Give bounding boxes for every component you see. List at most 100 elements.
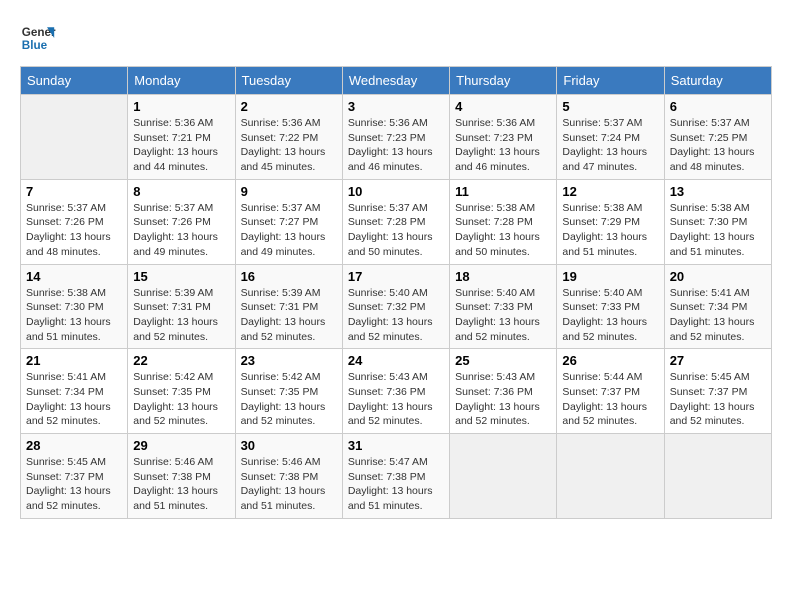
day-info: Sunrise: 5:47 AMSunset: 7:38 PMDaylight:… (348, 455, 444, 514)
header-thursday: Thursday (450, 67, 557, 95)
calendar-cell: 10 Sunrise: 5:37 AMSunset: 7:28 PMDayligh… (342, 179, 449, 264)
header-sunday: Sunday (21, 67, 128, 95)
day-info: Sunrise: 5:41 AMSunset: 7:34 PMDaylight:… (26, 370, 122, 429)
day-number: 20 (670, 269, 766, 284)
calendar-cell: 1 Sunrise: 5:36 AMSunset: 7:21 PMDaylight… (128, 95, 235, 180)
calendar-cell: 6Sunrise: 5:37 AMSunset: 7:25 PMDaylight… (664, 95, 771, 180)
week-row-5: 28Sunrise: 5:45 AMSunset: 7:37 PMDayligh… (21, 434, 772, 519)
day-number: 11 (455, 184, 551, 199)
day-number: 6 (670, 99, 766, 114)
week-row-4: 21 Sunrise: 5:41 AMSunset: 7:34 PMDayligh… (21, 349, 772, 434)
calendar-cell: 21 Sunrise: 5:41 AMSunset: 7:34 PMDayligh… (21, 349, 128, 434)
day-number: 13 (670, 184, 766, 199)
calendar-cell: 3Sunrise: 5:36 AMSunset: 7:23 PMDaylight… (342, 95, 449, 180)
calendar-cell (557, 434, 664, 519)
day-number: 22 (133, 353, 229, 368)
day-info: Sunrise: 5:38 AMSunset: 7:29 PMDaylight:… (562, 201, 658, 260)
logo: General Blue (20, 20, 60, 56)
calendar-cell: 17 Sunrise: 5:40 AMSunset: 7:32 PMDayligh… (342, 264, 449, 349)
day-number: 17 (348, 269, 444, 284)
day-number: 1 (133, 99, 229, 114)
calendar-cell: 23 Sunrise: 5:42 AMSunset: 7:35 PMDayligh… (235, 349, 342, 434)
calendar-cell: 22 Sunrise: 5:42 AMSunset: 7:35 PMDayligh… (128, 349, 235, 434)
day-number: 27 (670, 353, 766, 368)
day-number: 14 (26, 269, 122, 284)
logo-icon: General Blue (20, 20, 56, 56)
calendar-cell: 30 Sunrise: 5:46 AMSunset: 7:38 PMDayligh… (235, 434, 342, 519)
day-number: 3 (348, 99, 444, 114)
day-number: 31 (348, 438, 444, 453)
calendar-cell: 14 Sunrise: 5:38 AMSunset: 7:30 PMDayligh… (21, 264, 128, 349)
calendar-cell: 29 Sunrise: 5:46 AMSunset: 7:38 PMDayligh… (128, 434, 235, 519)
calendar-table: SundayMondayTuesdayWednesdayThursdayFrid… (20, 66, 772, 519)
calendar-cell: 16Sunrise: 5:39 AMSunset: 7:31 PMDayligh… (235, 264, 342, 349)
calendar-cell: 25Sunrise: 5:43 AMSunset: 7:36 PMDayligh… (450, 349, 557, 434)
calendar-cell: 15 Sunrise: 5:39 AMSunset: 7:31 PMDayligh… (128, 264, 235, 349)
calendar-cell: 31 Sunrise: 5:47 AMSunset: 7:38 PMDayligh… (342, 434, 449, 519)
calendar-cell: 11 Sunrise: 5:38 AMSunset: 7:28 PMDayligh… (450, 179, 557, 264)
week-row-3: 14 Sunrise: 5:38 AMSunset: 7:30 PMDayligh… (21, 264, 772, 349)
week-row-2: 7 Sunrise: 5:37 AMSunset: 7:26 PMDaylight… (21, 179, 772, 264)
day-info: Sunrise: 5:37 AMSunset: 7:27 PMDaylight:… (241, 201, 337, 260)
day-info: Sunrise: 5:39 AMSunset: 7:31 PMDaylight:… (133, 286, 229, 345)
day-number: 15 (133, 269, 229, 284)
day-number: 2 (241, 99, 337, 114)
day-info: Sunrise: 5:44 AMSunset: 7:37 PMDaylight:… (562, 370, 658, 429)
day-info: Sunrise: 5:42 AMSunset: 7:35 PMDaylight:… (241, 370, 337, 429)
calendar-cell (450, 434, 557, 519)
day-info: Sunrise: 5:36 AMSunset: 7:23 PMDaylight:… (455, 116, 551, 175)
svg-text:Blue: Blue (22, 39, 48, 52)
day-info: Sunrise: 5:39 AMSunset: 7:31 PMDaylight:… (241, 286, 337, 345)
calendar-cell: 26 Sunrise: 5:44 AMSunset: 7:37 PMDayligh… (557, 349, 664, 434)
calendar-cell: 5Sunrise: 5:37 AMSunset: 7:24 PMDaylight… (557, 95, 664, 180)
day-info: Sunrise: 5:38 AMSunset: 7:28 PMDaylight:… (455, 201, 551, 260)
day-info: Sunrise: 5:38 AMSunset: 7:30 PMDaylight:… (26, 286, 122, 345)
day-info: Sunrise: 5:45 AMSunset: 7:37 PMDaylight:… (670, 370, 766, 429)
calendar-cell: 20 Sunrise: 5:41 AMSunset: 7:34 PMDayligh… (664, 264, 771, 349)
day-number: 30 (241, 438, 337, 453)
day-info: Sunrise: 5:42 AMSunset: 7:35 PMDaylight:… (133, 370, 229, 429)
week-row-1: 1 Sunrise: 5:36 AMSunset: 7:21 PMDaylight… (21, 95, 772, 180)
day-info: Sunrise: 5:37 AMSunset: 7:26 PMDaylight:… (133, 201, 229, 260)
day-number: 4 (455, 99, 551, 114)
header-row: SundayMondayTuesdayWednesdayThursdayFrid… (21, 67, 772, 95)
header-saturday: Saturday (664, 67, 771, 95)
header-wednesday: Wednesday (342, 67, 449, 95)
day-info: Sunrise: 5:40 AMSunset: 7:32 PMDaylight:… (348, 286, 444, 345)
day-info: Sunrise: 5:46 AMSunset: 7:38 PMDaylight:… (133, 455, 229, 514)
day-info: Sunrise: 5:43 AMSunset: 7:36 PMDaylight:… (348, 370, 444, 429)
day-number: 23 (241, 353, 337, 368)
calendar-cell: 7 Sunrise: 5:37 AMSunset: 7:26 PMDaylight… (21, 179, 128, 264)
day-info: Sunrise: 5:43 AMSunset: 7:36 PMDaylight:… (455, 370, 551, 429)
calendar-cell: 12 Sunrise: 5:38 AMSunset: 7:29 PMDayligh… (557, 179, 664, 264)
calendar-cell: 27 Sunrise: 5:45 AMSunset: 7:37 PMDayligh… (664, 349, 771, 434)
day-info: Sunrise: 5:45 AMSunset: 7:37 PMDaylight:… (26, 455, 122, 514)
day-info: Sunrise: 5:37 AMSunset: 7:26 PMDaylight:… (26, 201, 122, 260)
day-info: Sunrise: 5:41 AMSunset: 7:34 PMDaylight:… (670, 286, 766, 345)
day-number: 9 (241, 184, 337, 199)
calendar-cell (664, 434, 771, 519)
day-number: 21 (26, 353, 122, 368)
day-info: Sunrise: 5:38 AMSunset: 7:30 PMDaylight:… (670, 201, 766, 260)
day-number: 24 (348, 353, 444, 368)
day-info: Sunrise: 5:36 AMSunset: 7:22 PMDaylight:… (241, 116, 337, 175)
day-info: Sunrise: 5:36 AMSunset: 7:21 PMDaylight:… (133, 116, 229, 175)
day-info: Sunrise: 5:46 AMSunset: 7:38 PMDaylight:… (241, 455, 337, 514)
day-number: 18 (455, 269, 551, 284)
day-number: 26 (562, 353, 658, 368)
day-info: Sunrise: 5:37 AMSunset: 7:28 PMDaylight:… (348, 201, 444, 260)
header-tuesday: Tuesday (235, 67, 342, 95)
calendar-cell (21, 95, 128, 180)
calendar-cell: 19Sunrise: 5:40 AMSunset: 7:33 PMDayligh… (557, 264, 664, 349)
header-friday: Friday (557, 67, 664, 95)
calendar-cell: 13 Sunrise: 5:38 AMSunset: 7:30 PMDayligh… (664, 179, 771, 264)
calendar-cell: 9 Sunrise: 5:37 AMSunset: 7:27 PMDaylight… (235, 179, 342, 264)
day-number: 29 (133, 438, 229, 453)
header-monday: Monday (128, 67, 235, 95)
day-info: Sunrise: 5:40 AMSunset: 7:33 PMDaylight:… (562, 286, 658, 345)
day-number: 12 (562, 184, 658, 199)
day-number: 10 (348, 184, 444, 199)
day-number: 7 (26, 184, 122, 199)
day-info: Sunrise: 5:40 AMSunset: 7:33 PMDaylight:… (455, 286, 551, 345)
calendar-cell: 2 Sunrise: 5:36 AMSunset: 7:22 PMDaylight… (235, 95, 342, 180)
